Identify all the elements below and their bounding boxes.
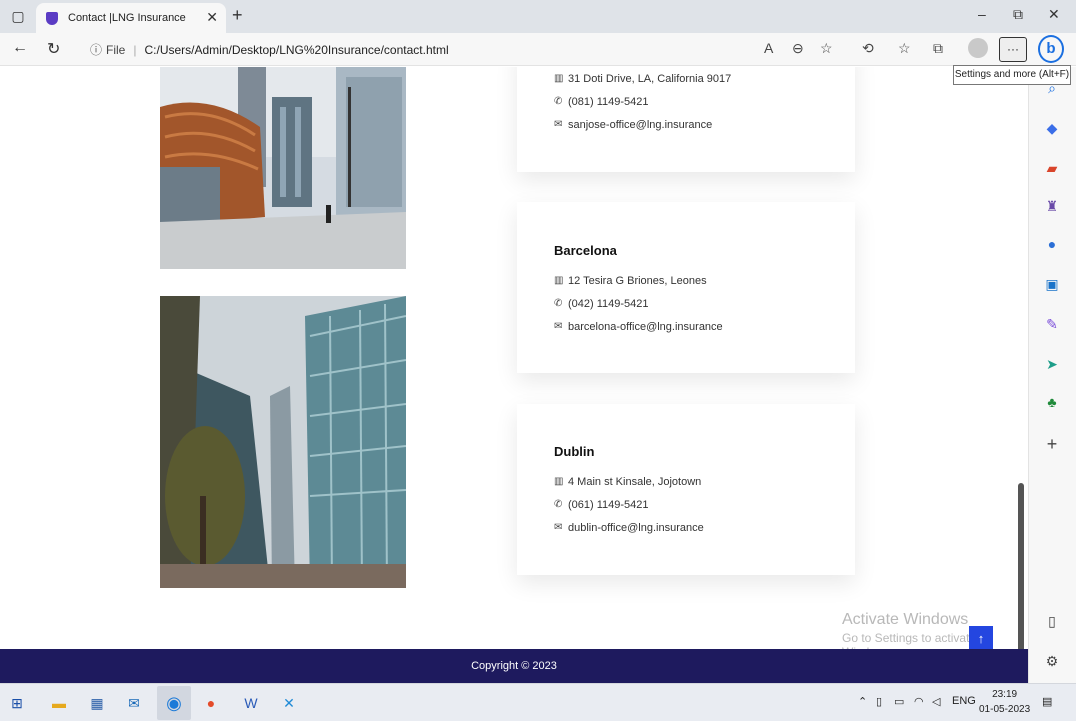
activate-windows-watermark: Activate Windows Go to Settings to activ… — [842, 611, 977, 649]
send-icon[interactable]: ➤ — [1043, 355, 1061, 373]
clock-date: 01-05-2023 — [979, 704, 1031, 715]
shield-icon — [46, 11, 58, 25]
file-explorer-icon[interactable]: ▬ — [49, 693, 69, 713]
scrollbar-thumb[interactable] — [1018, 483, 1024, 649]
new-tab-icon[interactable]: + — [232, 5, 243, 26]
page-footer: Copyright © 2023 — [0, 649, 1028, 683]
url-text[interactable]: C:/Users/Admin/Desktop/LNG%20Insurance/c… — [144, 43, 448, 57]
designer-icon[interactable]: ✎ — [1043, 315, 1061, 333]
games-icon[interactable]: ♜ — [1043, 197, 1061, 215]
tab-title: Contact |LNG Insurance — [68, 12, 186, 24]
clock[interactable]: 23:19 01-05-2023 — [979, 687, 1030, 717]
window-menu-icon[interactable]: ▢ — [8, 6, 28, 26]
office-email[interactable]: ✉ barcelona-office@lng.insurance — [554, 315, 723, 338]
office-address: ▥ 12 Tesira G Briones, Leones — [554, 274, 707, 287]
file-label: File — [106, 42, 126, 57]
clock-time: 23:19 — [992, 689, 1018, 700]
mail-app-icon[interactable]: ✉ — [124, 693, 144, 713]
windows-start-icon[interactable]: ⊞ — [7, 693, 27, 713]
office-email[interactable]: ✉ sanjose-office@lng.insurance — [554, 113, 731, 136]
outlook-icon[interactable]: ▣ — [1043, 275, 1061, 293]
tree-icon[interactable]: ♣ — [1043, 393, 1061, 411]
bing-icon[interactable]: b — [1038, 35, 1064, 63]
office-address: ▥ 31 Doti Drive, LA, California 9017 — [554, 72, 732, 85]
store-icon[interactable]: ▦ — [87, 693, 107, 713]
wifi-icon[interactable]: ◠ — [914, 695, 924, 708]
vscode-icon[interactable]: ✕ — [279, 693, 299, 713]
minimize-icon[interactable]: – — [978, 6, 986, 22]
taskbar: ⊞ ▬ ▦ ✉ ◉ ● W ✕ ⌃ ▯ ▭ ◠ ◁ ENG 23:19 01-0… — [0, 683, 1076, 721]
read-aloud-icon[interactable]: A — [764, 40, 773, 56]
title-bar: ▢ Contact |LNG Insurance ✕ + – ⧉ ✕ — [0, 0, 1076, 33]
office-address: ▥ 4 Main st Kinsale, Jojotown — [554, 475, 702, 488]
mail-icon: ✉ — [554, 119, 563, 130]
office-icon[interactable]: ● — [1043, 235, 1061, 253]
language-indicator[interactable]: ENG — [952, 695, 976, 707]
edge-sidebar: ⌕ ◆ ▰ ♜ ● ▣ ✎ ➤ ♣ + ▯ ⚙ — [1028, 67, 1076, 683]
chrome-icon[interactable]: ● — [201, 693, 221, 713]
shopping-icon[interactable]: ◆ — [1043, 119, 1061, 137]
map-icon: ▥ — [554, 73, 564, 84]
phone-icon: ✆ — [554, 96, 563, 107]
notification-icon[interactable]: ▤ — [1042, 695, 1052, 708]
office-email[interactable]: ✉ dublin-office@lng.insurance — [554, 516, 704, 539]
mail-icon: ✉ — [554, 321, 563, 332]
collections-icon[interactable]: ⧉ — [933, 40, 943, 57]
restore-icon[interactable]: ⧉ — [1013, 6, 1023, 23]
profile-avatar[interactable] — [968, 38, 988, 58]
office-photo-towers — [160, 296, 406, 588]
tray-device-icon[interactable]: ▯ — [876, 695, 882, 708]
separator: | — [133, 42, 137, 57]
favorites-list-icon[interactable]: ☆ — [898, 40, 911, 57]
office-card-barcelona: Barcelona ▥ 12 Tesira G Briones, Leones ✆… — [517, 202, 855, 373]
gear-icon[interactable]: ⚙ — [1043, 652, 1061, 670]
tray-chevron-icon[interactable]: ⌃ — [858, 695, 867, 708]
page-content: ▥ 31 Doti Drive, LA, California 9017 ✆ (08… — [0, 67, 1028, 649]
phone-icon: ✆ — [554, 499, 563, 510]
extensions-icon[interactable]: ⟲ — [862, 40, 874, 57]
settings-more-button[interactable]: ··· — [999, 37, 1027, 62]
browser-tab[interactable]: Contact |LNG Insurance ✕ — [36, 3, 226, 33]
edge-taskbar-icon[interactable]: ◉ — [157, 686, 191, 720]
office-card-sanjose: ▥ 31 Doti Drive, LA, California 9017 ✆ (08… — [517, 67, 855, 172]
back-icon[interactable]: ← — [12, 39, 28, 57]
zoom-icon[interactable]: ⊖ — [792, 40, 804, 57]
scrollbar[interactable] — [1016, 67, 1026, 649]
map-icon: ▥ — [554, 476, 564, 487]
close-window-icon[interactable]: ✕ — [1048, 6, 1060, 23]
phone-icon: ✆ — [554, 298, 563, 309]
mail-icon: ✉ — [554, 522, 563, 533]
copyright-text: Copyright © 2023 — [471, 660, 557, 672]
word-icon[interactable]: W — [241, 693, 261, 713]
office-card-dublin: Dublin ▥ 4 Main st Kinsale, Jojotown ✆ (06… — [517, 404, 855, 575]
office-phone[interactable]: ✆ (081) 1149-5421 — [554, 90, 731, 113]
address-toolbar: ← ↻ ⓘ File | C:/Users/Admin/Desktop/LNG%… — [0, 33, 1076, 66]
office-name: Dublin — [554, 444, 595, 459]
battery-icon[interactable]: ▭ — [894, 695, 904, 708]
office-photo-plaza — [160, 67, 406, 269]
close-tab-icon[interactable]: ✕ — [206, 9, 218, 26]
map-icon: ▥ — [554, 275, 564, 286]
office-phone[interactable]: ✆ (042) 1149-5421 — [554, 292, 723, 315]
tools-icon[interactable]: ▰ — [1043, 159, 1061, 177]
sidebar-layout-icon[interactable]: ▯ — [1043, 612, 1061, 630]
address-bar[interactable]: ⓘ File | C:/Users/Admin/Desktop/LNG%20In… — [78, 37, 850, 62]
favorite-icon[interactable]: ☆ — [820, 40, 833, 57]
refresh-icon[interactable]: ↻ — [47, 39, 60, 59]
settings-tooltip: Settings and more (Alt+F) — [953, 65, 1071, 85]
office-phone[interactable]: ✆ (061) 1149-5421 — [554, 493, 704, 516]
volume-icon[interactable]: ◁ — [932, 695, 940, 708]
add-icon[interactable]: + — [1043, 435, 1061, 453]
back-to-top-button[interactable]: ↑ — [969, 626, 993, 649]
info-icon[interactable]: ⓘ — [90, 41, 102, 58]
office-name: Barcelona — [554, 243, 617, 258]
